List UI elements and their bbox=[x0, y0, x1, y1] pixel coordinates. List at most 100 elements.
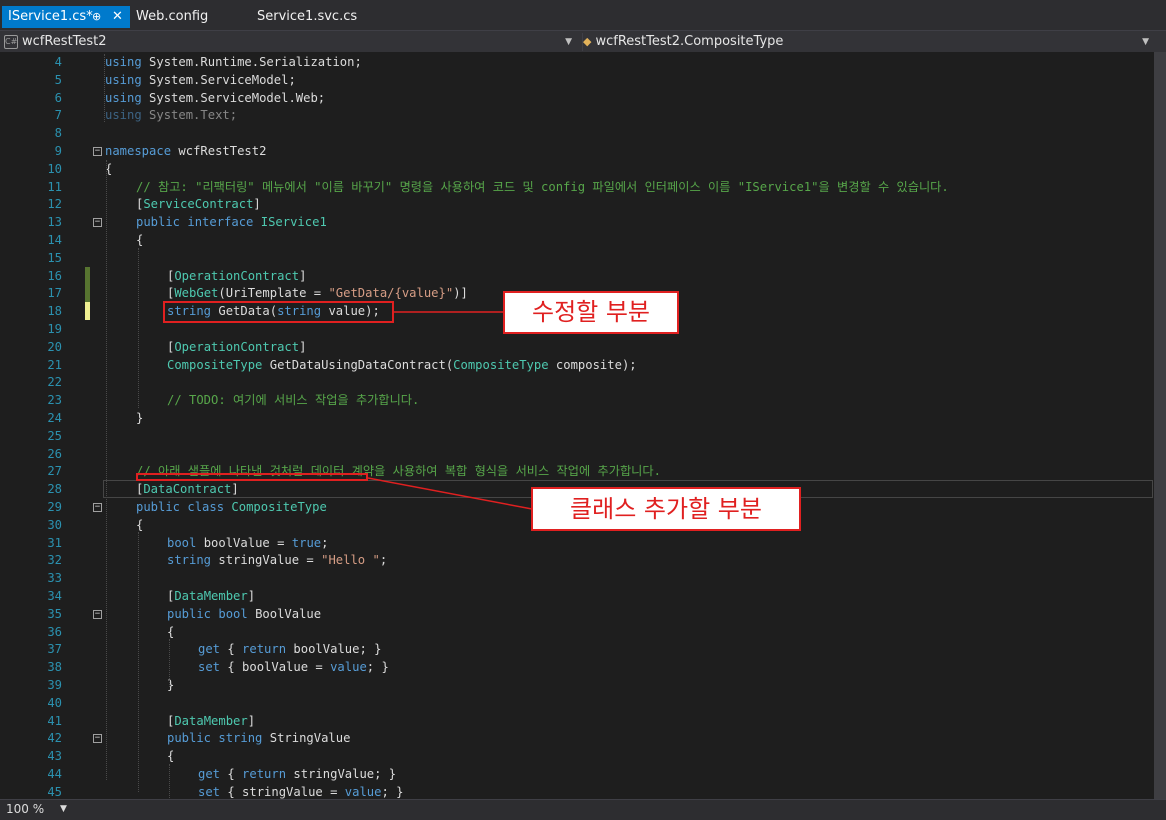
code-text: [ServiceContract] bbox=[136, 195, 261, 213]
code-text: [OperationContract] bbox=[167, 267, 306, 285]
line-number: 9 bbox=[54, 144, 62, 158]
line-number: 12 bbox=[47, 197, 62, 212]
keyword-token: using bbox=[105, 108, 142, 123]
code-line[interactable]: 32 string stringValue = "Hello "; bbox=[0, 551, 1154, 569]
code-line[interactable]: 20 [OperationContract] bbox=[0, 338, 1154, 356]
tab-web-config[interactable]: Web.config bbox=[136, 6, 208, 28]
navigation-bar: C# wcfRestTest2 ▼ ◆ wcfRestTest2.Composite… bbox=[0, 30, 1166, 53]
chevron-down-icon[interactable]: ▼ bbox=[565, 33, 572, 51]
code-line[interactable]: 12 [ServiceContract] bbox=[0, 195, 1154, 213]
modify-highlight-box bbox=[163, 301, 394, 323]
code-token: composite); bbox=[555, 357, 637, 372]
code-text: get { return stringValue; } bbox=[198, 765, 396, 783]
type-token: OperationContract bbox=[174, 339, 300, 354]
code-line[interactable]: 43 { bbox=[0, 747, 1154, 765]
line-number: 14 bbox=[47, 233, 62, 247]
collapse-icon[interactable]: − bbox=[93, 147, 102, 156]
line-number: 42 bbox=[47, 731, 62, 746]
code-line[interactable]: 23 // TODO: 여기에 서비스 작업을 추가합니다. bbox=[0, 391, 1154, 409]
line-number: 44 bbox=[47, 767, 62, 781]
code-text: namespace wcfRestTest2 bbox=[105, 142, 266, 160]
code-line[interactable]: 24} bbox=[0, 409, 1154, 427]
code-line[interactable]: 40 bbox=[0, 694, 1154, 712]
code-line[interactable]: 14 { bbox=[0, 231, 1154, 249]
tab-iservice1[interactable]: IService1.cs* ⊕ ✕ bbox=[2, 6, 130, 28]
keyword-token: public bool bbox=[167, 606, 248, 621]
line-number: 8 bbox=[54, 126, 62, 141]
collapse-icon[interactable]: − bbox=[93, 503, 102, 512]
code-line[interactable]: 41 [DataMember] bbox=[0, 712, 1154, 730]
class-icon: ◆ bbox=[583, 35, 592, 48]
keyword-token: using bbox=[105, 90, 142, 105]
code-line[interactable]: 13 − public interface IService1 bbox=[0, 213, 1154, 231]
code-token: stringValue = bbox=[218, 553, 314, 568]
code-line[interactable]: 6 using System.ServiceModel.Web; bbox=[0, 89, 1154, 107]
vertical-scrollbar[interactable] bbox=[1154, 52, 1166, 799]
close-icon[interactable]: ✕ bbox=[112, 6, 123, 28]
keyword-token: value bbox=[344, 784, 382, 799]
code-line[interactable]: 37 get { return boolValue; } bbox=[0, 640, 1154, 658]
code-text: using System.Runtime.Serialization; bbox=[105, 53, 362, 71]
code-line[interactable]: 34 [DataMember] bbox=[0, 587, 1154, 605]
keyword-token: namespace bbox=[105, 144, 172, 158]
code-line[interactable]: 33 bbox=[0, 569, 1154, 587]
code-token: BoolValue bbox=[255, 606, 322, 621]
zoom-level[interactable]: 100 % bbox=[6, 800, 44, 819]
pin-icon[interactable]: ⊕ bbox=[92, 6, 101, 28]
code-line[interactable]: 44 get { return stringValue; } bbox=[0, 765, 1154, 783]
collapse-icon[interactable]: − bbox=[93, 218, 102, 228]
namespace-indent-guide bbox=[106, 160, 107, 780]
code-token: ; } bbox=[381, 784, 404, 799]
collapse-icon[interactable]: − bbox=[93, 734, 102, 744]
line-number: 22 bbox=[47, 375, 62, 390]
code-line[interactable]: 8 bbox=[0, 124, 1154, 142]
code-text: { bbox=[136, 231, 143, 249]
code-line[interactable]: 16 [OperationContract] bbox=[0, 266, 1154, 285]
code-line[interactable]: 31 bool boolValue = true; bbox=[0, 534, 1154, 552]
line-number: 19 bbox=[47, 322, 62, 336]
code-text: get { return boolValue; } bbox=[198, 640, 381, 658]
code-token: { boolValue = bbox=[227, 660, 323, 675]
code-line[interactable]: 9 − namespace wcfRestTest2 bbox=[0, 142, 1154, 160]
code-editor[interactable]: 4 using System.Runtime.Serialization; 5 usi… bbox=[0, 52, 1154, 799]
code-line[interactable]: 42 − public string StringValue bbox=[0, 729, 1154, 747]
code-line[interactable]: 4 using System.Runtime.Serialization; bbox=[0, 53, 1154, 71]
project-dropdown[interactable]: C# wcfRestTest2 ▼ bbox=[4, 33, 576, 51]
modify-callout: 수정할 부분 bbox=[503, 291, 679, 334]
dropdown-arrow-icon[interactable]: ▼ bbox=[60, 800, 67, 819]
code-line[interactable]: 26 bbox=[0, 445, 1154, 463]
code-line[interactable]: 7 using System.Text; bbox=[0, 106, 1154, 124]
document-tab-bar: IService1.cs* ⊕ ✕ Web.config Service1.sv… bbox=[0, 0, 1166, 30]
code-line[interactable]: 25 bbox=[0, 427, 1154, 445]
tab-label: Web.config bbox=[136, 9, 209, 24]
collapse-icon[interactable]: − bbox=[93, 609, 102, 619]
code-text: string stringValue = "Hello "; bbox=[167, 551, 387, 569]
using-region-bracket bbox=[104, 54, 105, 122]
line-number: 32 bbox=[47, 553, 62, 568]
code-text: using System.ServiceModel; bbox=[105, 71, 296, 89]
member-dropdown[interactable]: ◆ wcfRestTest2.CompositeType ▼ bbox=[582, 33, 1153, 51]
tab-service1-svc[interactable]: Service1.svc.cs bbox=[257, 6, 357, 28]
code-token: ; bbox=[379, 553, 388, 568]
code-text: using System.Text; bbox=[105, 106, 237, 124]
code-text: public interface IService1 bbox=[136, 213, 327, 231]
code-line[interactable]: 45 set { stringValue = value; } bbox=[0, 783, 1154, 799]
code-line[interactable]: 38 set { boolValue = value; } bbox=[0, 658, 1154, 676]
code-token: { bbox=[167, 749, 175, 764]
code-line[interactable]: 15 bbox=[0, 249, 1154, 267]
interface-indent-guide bbox=[138, 248, 139, 408]
code-line[interactable]: 10{ bbox=[0, 160, 1154, 178]
code-line[interactable]: 39} bbox=[0, 676, 1154, 694]
code-line[interactable]: 22 bbox=[0, 373, 1154, 391]
line-number: 35 bbox=[47, 606, 62, 621]
code-line[interactable]: 5 using System.ServiceModel; bbox=[0, 71, 1154, 89]
code-line[interactable]: 35 − public bool BoolValue bbox=[0, 605, 1154, 623]
chevron-down-icon[interactable]: ▼ bbox=[1142, 33, 1149, 51]
code-text: public string StringValue bbox=[167, 729, 350, 747]
keyword-token: public class bbox=[136, 500, 225, 514]
code-text: } bbox=[136, 409, 143, 427]
code-line[interactable]: 36 { bbox=[0, 623, 1154, 641]
keyword-token: set bbox=[198, 784, 221, 799]
code-line[interactable]: 21 CompositeType GetDataUsingDataContract… bbox=[0, 356, 1154, 374]
code-line[interactable]: 11 // 참고: "리팩터링" 메뉴에서 "이름 바꾸기" 명령을 사용하여 코… bbox=[0, 178, 1154, 196]
